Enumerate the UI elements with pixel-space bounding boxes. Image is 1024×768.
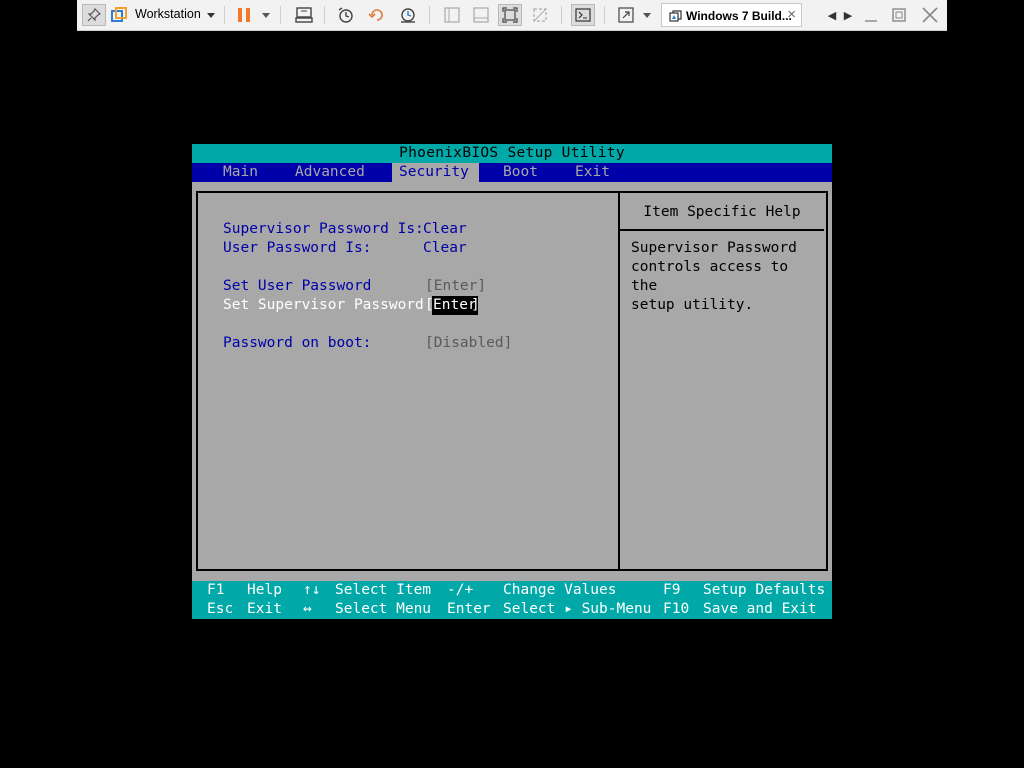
user-status-value: Clear <box>423 240 467 256</box>
supervisor-status-value: Clear <box>423 221 467 237</box>
power-chevron-down-icon[interactable] <box>259 4 273 26</box>
footer-desc: Select Menu <box>335 601 432 617</box>
full-screen-icon[interactable] <box>498 4 522 26</box>
user-status-label: User Password Is: <box>223 240 372 256</box>
bios-title: PhoenixBIOS Setup Utility <box>192 144 832 163</box>
revert-snapshot-icon[interactable] <box>366 4 388 26</box>
toolbar-divider <box>429 6 430 24</box>
maximize-icon[interactable] <box>889 4 909 26</box>
bios-footer: F1 Help ↑↓ Select Item -/+ Change Values… <box>192 581 832 619</box>
footer-desc: Save and Exit <box>703 601 817 617</box>
menu-boot[interactable]: Boot <box>496 163 545 182</box>
set-user-password-value[interactable]: [Enter] <box>425 277 486 296</box>
pin-icon[interactable] <box>82 4 106 26</box>
bios-screen: PhoenixBIOS Setup Utility Main Advanced … <box>192 144 832 619</box>
show-library-icon[interactable] <box>441 4 463 26</box>
footer-key: F1 <box>207 582 225 598</box>
footer-key: Esc <box>207 601 234 617</box>
stretch-chevron-down-icon[interactable] <box>640 4 654 26</box>
toolbar-divider <box>280 6 281 24</box>
footer-desc: Exit <box>247 601 282 617</box>
help-panel: Item Specific Help Supervisor Password c… <box>620 191 828 571</box>
password-on-boot-label[interactable]: Password on boot: <box>223 334 371 353</box>
minimize-icon[interactable] <box>861 4 881 26</box>
vmware-toolbar: Workstation Windows 7 Build... × ◀ ▶ <box>77 0 947 31</box>
toolbar-divider <box>561 6 562 24</box>
toolbar-divider <box>604 6 605 24</box>
footer-key: Enter <box>447 601 491 617</box>
pause-icon[interactable] <box>233 4 255 26</box>
tab-scroll-right-icon[interactable]: ▶ <box>841 4 855 26</box>
help-text: Supervisor Password controls access to t… <box>631 240 797 313</box>
help-title: Item Specific Help <box>620 193 824 231</box>
send-ctrl-alt-del-icon[interactable] <box>293 4 315 26</box>
set-user-password-label[interactable]: Set User Password <box>223 277 371 296</box>
console-view-icon[interactable] <box>571 4 595 26</box>
snapshot-manager-icon[interactable] <box>397 4 419 26</box>
footer-key: ↔ <box>303 601 312 617</box>
menu-security[interactable]: Security <box>392 163 479 182</box>
password-on-boot-value[interactable]: [Disabled] <box>425 334 512 353</box>
footer-desc: Help <box>247 582 282 598</box>
menu-main[interactable]: Main <box>216 163 265 182</box>
snapshot-icon[interactable] <box>335 4 357 26</box>
footer-key: F9 <box>663 582 681 598</box>
close-window-icon[interactable] <box>919 4 941 26</box>
stretch-guest-icon[interactable] <box>615 4 637 26</box>
set-supervisor-password-label[interactable]: Set Supervisor Password <box>223 296 424 315</box>
menu-advanced[interactable]: Advanced <box>288 163 372 182</box>
footer-desc: Select ▸ Sub-Menu <box>503 601 652 617</box>
set-supervisor-bracket-close: ] <box>471 297 480 313</box>
vm-tab-label: Windows 7 Build... <box>686 9 792 23</box>
menu-exit[interactable]: Exit <box>568 163 617 182</box>
unity-icon[interactable] <box>529 4 551 26</box>
footer-key: F10 <box>663 601 690 617</box>
workstation-logo-icon <box>109 4 129 26</box>
footer-desc: Change Values <box>503 582 617 598</box>
bios-menu-bar: Main Advanced Security Boot Exit <box>192 163 832 182</box>
footer-key: -/+ <box>447 582 474 598</box>
tab-vm-windows7[interactable]: Windows 7 Build... × <box>661 3 802 27</box>
toolbar-divider <box>324 6 325 24</box>
tab-scroll-left-icon[interactable]: ◀ <box>825 4 839 26</box>
thumbnail-bar-icon[interactable] <box>470 4 492 26</box>
bios-body: Item Specific Help Supervisor Password c… <box>192 182 832 581</box>
supervisor-status-label: Supervisor Password Is: <box>223 221 424 237</box>
vm-tab-icon <box>669 10 682 25</box>
workstation-menu-label[interactable]: Workstation <box>135 7 201 21</box>
close-icon[interactable]: × <box>787 6 796 23</box>
footer-desc: Setup Defaults <box>703 582 826 598</box>
footer-desc: Select Item <box>335 582 432 598</box>
toolbar-divider <box>224 6 225 24</box>
footer-key: ↑↓ <box>303 582 321 598</box>
chevron-down-icon[interactable] <box>204 4 218 26</box>
